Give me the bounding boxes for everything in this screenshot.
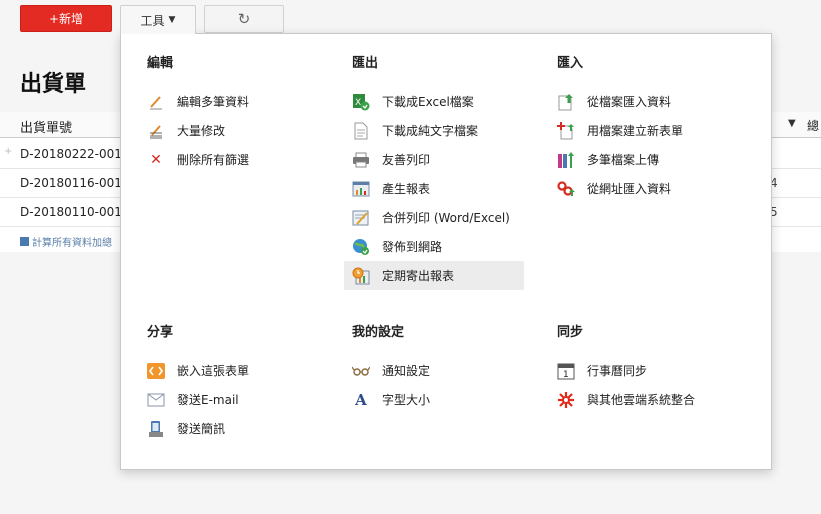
add-row-icon[interactable]: + <box>4 146 12 157</box>
publish-web-item[interactable]: 發佈到網路 <box>352 232 524 261</box>
bulk-edit-icon <box>147 122 165 140</box>
embed-form-item[interactable]: 嵌入這張表單 <box>147 356 249 385</box>
tools-dropdown-menu: 編輯 編輯多筆資料 大量修改 ✕ 刪除所有篩選 匯出 X 下載成Excel檔案 <box>120 33 772 470</box>
print-friendly-label: 友善列印 <box>382 153 431 167</box>
page-title: 出貨單 <box>20 72 87 97</box>
import-url-item[interactable]: 從網址匯入資料 <box>557 174 683 203</box>
settings-section: 我的設定 通知設定 A 字型大小 <box>352 321 430 414</box>
download-excel-item[interactable]: X 下載成Excel檔案 <box>352 87 524 116</box>
import-heading: 匯入 <box>557 56 584 71</box>
file-import-icon <box>557 93 575 111</box>
download-excel-label: 下載成Excel檔案 <box>382 95 474 109</box>
shipment-id: D-20180116-001 <box>20 176 122 190</box>
import-url-label: 從網址匯入資料 <box>587 182 672 196</box>
generate-report-label: 產生報表 <box>382 182 431 196</box>
share-heading: 分享 <box>147 325 174 340</box>
font-size-item[interactable]: A 字型大小 <box>352 385 430 414</box>
column-header-total[interactable]: 總 <box>807 117 821 134</box>
notification-settings-label: 通知設定 <box>382 364 431 378</box>
new-form-from-file-label: 用檔案建立新表單 <box>587 124 684 138</box>
report-icon <box>352 180 370 198</box>
edit-multiple-label: 編輯多筆資料 <box>177 95 250 109</box>
pencil-icon <box>147 93 165 111</box>
edit-multiple-item[interactable]: 編輯多筆資料 <box>147 87 249 116</box>
sms-phone-icon <box>147 420 165 438</box>
publish-web-label: 發佈到網路 <box>382 240 443 254</box>
sort-arrow-icon[interactable]: ▼ <box>788 118 796 129</box>
excel-download-icon: X <box>352 93 370 111</box>
export-section: 匯出 X 下載成Excel檔案 下載成純文字檔案 友善列印 產生報表 合併列印 … <box>344 52 524 290</box>
sum-all-label: 計算所有資料加總 <box>32 238 112 249</box>
refresh-icon: ↻ <box>237 10 251 28</box>
multi-upload-icon <box>557 151 575 169</box>
text-file-icon <box>352 122 370 140</box>
tools-menu-button[interactable]: 工具 ▼ <box>120 5 196 34</box>
share-section: 分享 嵌入這張表單 發送E-mail 發送簡訊 <box>147 321 249 443</box>
bulk-edit-item[interactable]: 大量修改 <box>147 116 249 145</box>
cloud-integration-label: 與其他雲端系統整合 <box>587 393 696 407</box>
font-size-label: 字型大小 <box>382 393 431 407</box>
calendar-sync-label: 行事曆同步 <box>587 364 648 378</box>
new-form-icon <box>557 121 575 140</box>
send-email-label: 發送E-mail <box>177 393 239 407</box>
shipment-id: D-20180110-001 <box>20 205 122 219</box>
embed-form-label: 嵌入這張表單 <box>177 364 250 378</box>
caret-down-icon: ▼ <box>168 15 176 25</box>
integration-gear-icon <box>557 391 575 409</box>
merge-print-icon <box>352 209 370 227</box>
multi-upload-item[interactable]: 多筆檔案上傳 <box>557 145 683 174</box>
import-file-label: 從檔案匯入資料 <box>587 95 672 109</box>
cloud-integration-item[interactable]: 與其他雲端系統整合 <box>557 385 695 414</box>
calculator-icon <box>20 237 29 246</box>
bulk-edit-label: 大量修改 <box>177 124 226 138</box>
new-form-from-file-item[interactable]: 用檔案建立新表單 <box>557 116 683 145</box>
shipment-id: D-20180222-001 <box>20 147 122 161</box>
print-friendly-item[interactable]: 友善列印 <box>352 145 524 174</box>
calendar-sync-item[interactable]: 1 行事曆同步 <box>557 356 695 385</box>
sync-heading: 同步 <box>557 325 584 340</box>
refresh-button[interactable]: ↻ <box>204 5 284 33</box>
edit-heading: 編輯 <box>147 56 174 71</box>
merge-print-label: 合併列印 (Word/Excel) <box>382 211 510 225</box>
svg-text:X: X <box>355 98 361 108</box>
clear-filters-item[interactable]: ✕ 刪除所有篩選 <box>147 145 249 174</box>
calendar-icon: 1 <box>557 362 575 380</box>
sync-section: 同步 1 行事曆同步 與其他雲端系統整合 <box>557 321 695 414</box>
export-heading: 匯出 <box>352 56 379 71</box>
svg-text:1: 1 <box>563 370 569 380</box>
scheduled-report-icon <box>352 267 370 285</box>
url-link-icon <box>557 180 575 198</box>
glasses-icon <box>352 362 370 380</box>
envelope-icon <box>147 391 165 409</box>
new-button[interactable]: +新增 <box>20 5 112 32</box>
tools-label: 工具 <box>140 13 165 28</box>
column-header-shipment-no[interactable]: 出貨單號 <box>20 117 72 136</box>
font-size-icon: A <box>355 390 367 409</box>
scheduled-report-label: 定期寄出報表 <box>382 269 455 283</box>
send-sms-label: 發送簡訊 <box>177 422 226 436</box>
notification-settings-item[interactable]: 通知設定 <box>352 356 430 385</box>
embed-code-icon <box>147 362 165 380</box>
sum-all-link[interactable]: 計算所有資料加總 <box>20 234 112 249</box>
globe-icon <box>352 238 370 256</box>
multi-upload-label: 多筆檔案上傳 <box>587 153 660 167</box>
printer-icon <box>352 151 370 169</box>
import-file-item[interactable]: 從檔案匯入資料 <box>557 87 683 116</box>
download-text-item[interactable]: 下載成純文字檔案 <box>352 116 524 145</box>
settings-heading: 我的設定 <box>352 325 405 340</box>
import-section: 匯入 從檔案匯入資料 用檔案建立新表單 多筆檔案上傳 從網址匯入資料 <box>557 52 683 203</box>
send-email-item[interactable]: 發送E-mail <box>147 385 249 414</box>
edit-section: 編輯 編輯多筆資料 大量修改 ✕ 刪除所有篩選 <box>147 52 249 174</box>
download-text-label: 下載成純文字檔案 <box>382 124 479 138</box>
scheduled-report-item[interactable]: 定期寄出報表 <box>344 261 524 290</box>
clear-filters-label: 刪除所有篩選 <box>177 153 250 167</box>
merge-print-item[interactable]: 合併列印 (Word/Excel) <box>352 203 524 232</box>
generate-report-item[interactable]: 產生報表 <box>352 174 524 203</box>
delete-x-icon: ✕ <box>150 151 162 168</box>
send-sms-item[interactable]: 發送簡訊 <box>147 414 249 443</box>
